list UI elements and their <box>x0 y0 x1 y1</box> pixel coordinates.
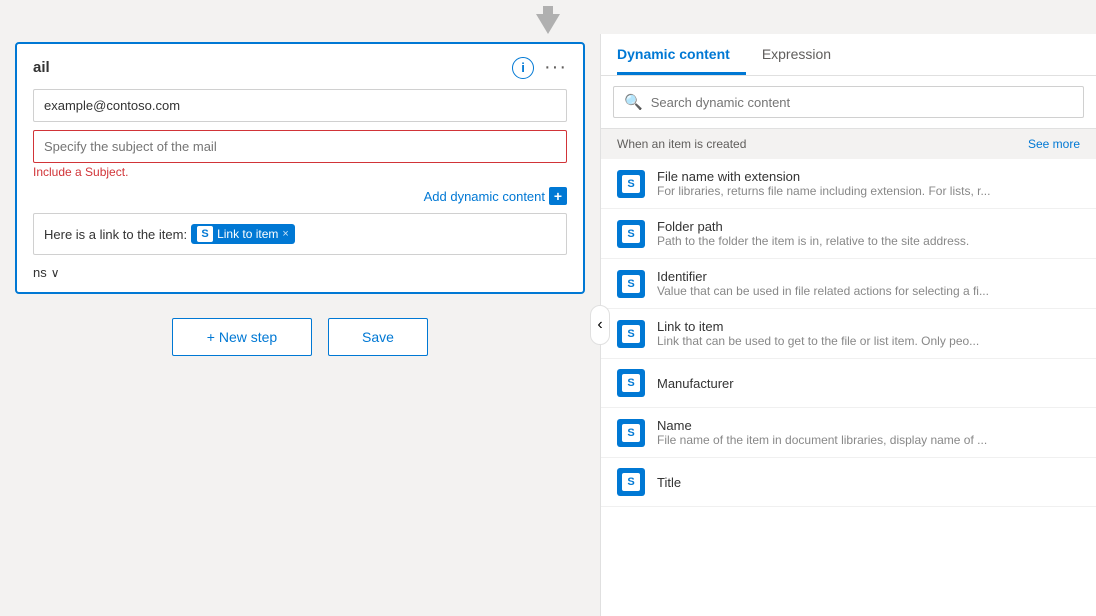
show-more-prefix: ns <box>33 265 47 280</box>
info-button[interactable]: i <box>512 57 534 79</box>
section-title: When an item is created <box>617 137 746 151</box>
list-item[interactable]: S Link to item Link that can be used to … <box>601 309 1096 359</box>
list-item[interactable]: S Name File name of the item in document… <box>601 408 1096 458</box>
sp-icon-letter: S <box>627 278 634 290</box>
sp-icon-letter: S <box>627 476 634 488</box>
show-more-chevron: ∨ <box>51 266 60 280</box>
item-name: File name with extension <box>657 169 990 184</box>
item-name: Manufacturer <box>657 376 734 391</box>
list-item[interactable]: S Title <box>601 458 1096 507</box>
sp-icon-inner: S <box>622 325 640 343</box>
card-title: ail <box>33 59 50 76</box>
collapse-handle[interactable]: ‹ <box>590 305 610 345</box>
new-step-button[interactable]: + New step <box>172 318 312 356</box>
more-options-button[interactable]: ··· <box>544 56 567 79</box>
sp-icon-inner: S <box>622 424 640 442</box>
tag-sp-letter: S <box>201 228 208 240</box>
sp-icon-inner: S <box>622 473 640 491</box>
item-desc: Value that can be used in file related a… <box>657 284 989 298</box>
item-name: Link to item <box>657 319 979 334</box>
dynamic-content-list: S File name with extension For libraries… <box>601 159 1096 616</box>
sp-icon: S <box>617 270 645 298</box>
buttons-row: + New step Save <box>172 318 428 356</box>
show-more-row[interactable]: ns ∨ <box>33 265 567 280</box>
save-button[interactable]: Save <box>328 318 428 356</box>
action-card: ail i ··· Include a Subject. Add dynamic… <box>15 42 585 294</box>
link-to-item-tag[interactable]: S Link to item × <box>191 224 295 244</box>
see-more-button[interactable]: See more <box>1028 137 1080 151</box>
item-text: Title <box>657 475 681 490</box>
search-dynamic-input[interactable] <box>651 95 1073 110</box>
sp-icon-inner: S <box>622 374 640 392</box>
sp-icon-letter: S <box>627 427 634 439</box>
flow-arrow-icon <box>530 6 566 34</box>
top-arrow-area <box>0 0 1096 34</box>
add-dynamic-label: Add dynamic content <box>424 189 545 204</box>
item-text: Identifier Value that can be used in fil… <box>657 269 989 298</box>
sp-icon: S <box>617 369 645 397</box>
search-box-container: 🔍 <box>601 76 1096 129</box>
tag-close-button[interactable]: × <box>282 228 288 240</box>
item-text: Manufacturer <box>657 376 734 391</box>
right-panel: Dynamic content Expression 🔍 When an ite… <box>600 34 1096 616</box>
list-item[interactable]: S File name with extension For libraries… <box>601 159 1096 209</box>
sp-icon-inner: S <box>622 275 640 293</box>
section-header: When an item is created See more <box>601 129 1096 159</box>
list-item[interactable]: S Folder path Path to the folder the ite… <box>601 209 1096 259</box>
add-dynamic-content-button[interactable]: Add dynamic content + <box>424 187 567 205</box>
sp-icon-inner: S <box>622 225 640 243</box>
item-desc: Path to the folder the item is in, relat… <box>657 234 969 248</box>
left-panel: ail i ··· Include a Subject. Add dynamic… <box>0 34 600 616</box>
search-box: 🔍 <box>613 86 1084 118</box>
item-desc: For libraries, returns file name includi… <box>657 184 990 198</box>
item-name: Identifier <box>657 269 989 284</box>
tag-label: Link to item <box>217 227 278 241</box>
sp-icon-letter: S <box>627 328 634 340</box>
list-item[interactable]: S Manufacturer <box>601 359 1096 408</box>
sp-icon-letter: S <box>627 228 634 240</box>
sp-icon: S <box>617 220 645 248</box>
body-field[interactable]: Here is a link to the item: S Link to it… <box>33 213 567 255</box>
card-header: ail i ··· <box>33 56 567 79</box>
item-name: Name <box>657 418 987 433</box>
body-static-text: Here is a link to the item: <box>44 227 187 242</box>
sp-icon: S <box>617 419 645 447</box>
item-name: Title <box>657 475 681 490</box>
right-panel-wrapper: ‹ Dynamic content Expression 🔍 When an i… <box>600 34 1096 616</box>
sp-icon-letter: S <box>627 377 634 389</box>
item-name: Folder path <box>657 219 969 234</box>
sp-icon: S <box>617 468 645 496</box>
sp-icon-letter: S <box>627 178 634 190</box>
item-text: File name with extension For libraries, … <box>657 169 990 198</box>
tag-sp-icon: S <box>197 226 213 242</box>
subject-error: Include a Subject. <box>33 165 567 179</box>
item-text: Name File name of the item in document l… <box>657 418 987 447</box>
item-desc: Link that can be used to get to the file… <box>657 334 979 348</box>
tab-expression[interactable]: Expression <box>762 34 847 75</box>
search-icon: 🔍 <box>624 93 643 111</box>
subject-input[interactable] <box>33 130 567 163</box>
main-area: ail i ··· Include a Subject. Add dynamic… <box>0 34 1096 616</box>
list-item[interactable]: S Identifier Value that can be used in f… <box>601 259 1096 309</box>
email-input[interactable] <box>33 89 567 122</box>
dynamic-content-row: Add dynamic content + <box>33 187 567 205</box>
tab-dynamic-content[interactable]: Dynamic content <box>617 34 746 75</box>
item-text: Link to item Link that can be used to ge… <box>657 319 979 348</box>
item-text: Folder path Path to the folder the item … <box>657 219 969 248</box>
sp-icon: S <box>617 320 645 348</box>
add-dynamic-plus-icon: + <box>549 187 567 205</box>
sp-icon-inner: S <box>622 175 640 193</box>
item-desc: File name of the item in document librar… <box>657 433 987 447</box>
right-tabs: Dynamic content Expression <box>601 34 1096 76</box>
card-header-icons: i ··· <box>512 56 567 79</box>
sp-icon: S <box>617 170 645 198</box>
